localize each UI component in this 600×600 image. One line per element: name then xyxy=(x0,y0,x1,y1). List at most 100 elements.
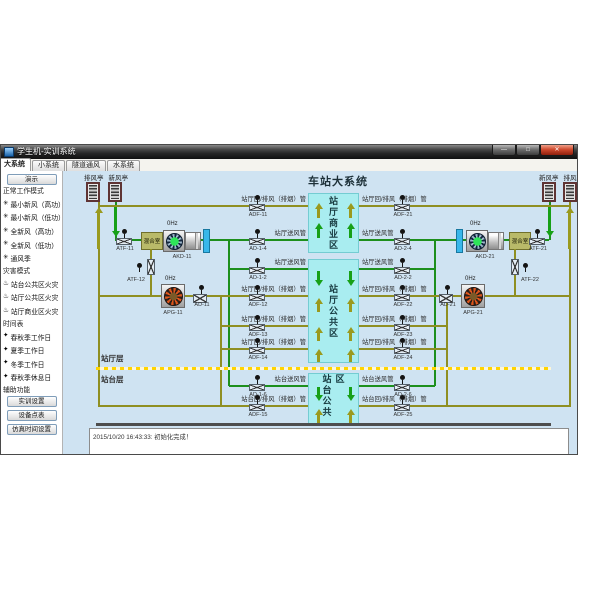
equipment-tag: APG-11 xyxy=(161,310,185,316)
supply-arrow-down xyxy=(314,387,323,401)
mode-all-fresh-high[interactable]: ✳全新风（高功） xyxy=(3,224,60,238)
damper-motor-icon xyxy=(400,195,405,200)
fresh-intake-damper-ATF-21[interactable]: ATF-21 xyxy=(529,229,547,255)
mode-label: 通风季 xyxy=(10,253,30,263)
duct-label: 站厅送风管 xyxy=(362,230,393,238)
return-arrow-up xyxy=(346,349,355,362)
equipment-tag: ADF-15 xyxy=(245,412,271,418)
return-arrow-up xyxy=(314,349,323,362)
fresh-intake-damper-ATF-11[interactable]: ATF-11 xyxy=(116,229,134,255)
damper-motor-icon xyxy=(400,395,405,400)
damper-motor-icon xyxy=(400,285,405,290)
equipment-tag: AD-2-2 xyxy=(390,275,416,281)
minimize-button[interactable]: — xyxy=(492,145,516,156)
schedule-summer-workday[interactable]: ✦夏季工作日 xyxy=(3,343,60,357)
equipment-tag: ADF-11 xyxy=(245,212,271,218)
fresh-pavilion-label: 新风亭 xyxy=(539,172,559,182)
floor-divider-dashed xyxy=(96,367,551,370)
butterfly-damper-AD-21[interactable]: AD-21 xyxy=(439,285,457,311)
fan-mode-icon: ✳ xyxy=(3,214,8,221)
damper-ADF-25[interactable]: ADF-25 xyxy=(394,395,412,421)
simulation-time-button[interactable]: 仿真时间设置 xyxy=(7,424,57,435)
exhaust-louver[interactable] xyxy=(563,182,577,202)
damper-ADF-22[interactable]: ADF-22 xyxy=(394,285,412,311)
air-filter[interactable] xyxy=(203,229,210,253)
tab-tunnel-ventilation[interactable]: 隧道通风 xyxy=(66,160,106,171)
damper-motor-icon xyxy=(137,263,142,268)
damper-blade-icon xyxy=(394,294,410,301)
exhaust-louver[interactable] xyxy=(86,182,100,202)
damper-ADF-15[interactable]: ADF-15 xyxy=(249,395,267,421)
damper-blade-icon xyxy=(394,347,410,354)
supply-fan-AKD-21[interactable] xyxy=(466,230,488,252)
mixing-chamber[interactable]: 混合室 xyxy=(141,232,163,250)
damper-blade-icon xyxy=(249,238,265,245)
damper-AD-2-4[interactable]: AD-2-4 xyxy=(394,229,412,255)
damper-motor-icon xyxy=(122,229,127,234)
mode-min-fresh-low[interactable]: ✳最小新风（低功） xyxy=(3,211,60,225)
schedule-spring-autumn-restday[interactable]: ✦春秋季休息日 xyxy=(3,371,60,385)
supply-arrow-up xyxy=(314,223,323,238)
damper-ADF-24[interactable]: ADF-24 xyxy=(394,338,412,364)
section-schedule: 时间表 xyxy=(3,321,60,329)
damper-ADF-11[interactable]: ADF-11 xyxy=(249,195,267,221)
air-filter[interactable] xyxy=(456,229,463,253)
duct-label: 站厅送风管 xyxy=(362,259,393,267)
duct-line xyxy=(99,405,308,407)
damper-ADF-12[interactable]: ADF-12 xyxy=(249,285,267,311)
mode-all-fresh-low[interactable]: ✳全新风（低功） xyxy=(3,238,60,252)
damper-ADF-14[interactable]: ADF-14 xyxy=(249,338,267,364)
maximize-button[interactable]: □ xyxy=(516,145,540,156)
schedule-winter-workday[interactable]: ✦冬季工作日 xyxy=(3,357,60,371)
damper-blade-icon xyxy=(249,294,265,301)
return-arrow-up xyxy=(314,409,323,423)
damper-AD-2-2[interactable]: AD-2-2 xyxy=(394,258,412,284)
equipment-tag: ATF-22 xyxy=(521,277,545,283)
bypass-damper-ATF-22[interactable] xyxy=(511,259,519,275)
close-button[interactable]: ✕ xyxy=(540,145,574,156)
fresh-pavilion-label: 新风亭 xyxy=(109,172,129,182)
supply-fan-AKD-11[interactable] xyxy=(163,230,185,252)
damper-blade-icon xyxy=(394,384,410,391)
exhaust-fan-APG-21[interactable] xyxy=(461,284,485,308)
fan-mode-icon: ✳ xyxy=(3,228,8,235)
left-vent-labels: 排风亭 新风亭 xyxy=(84,172,128,182)
damper-ADF-21[interactable]: ADF-21 xyxy=(394,195,412,221)
equipment-tag: ADF-25 xyxy=(390,412,416,418)
bypass-damper-ATF-12[interactable] xyxy=(147,259,155,275)
tab-water-system[interactable]: 水系统 xyxy=(107,160,140,171)
mode-ventilation-season[interactable]: ✳通风季 xyxy=(3,251,60,265)
mode-hall-fire[interactable]: ♨站厅公共区火灾 xyxy=(3,291,60,305)
return-arrow-up xyxy=(346,203,355,218)
mode-platform-fire[interactable]: ♨站台公共区火灾 xyxy=(3,277,60,291)
damper-AD-1-2[interactable]: AD-1-2 xyxy=(249,258,267,284)
damper-blade-icon xyxy=(394,324,410,331)
tab-big-system[interactable]: 大系统 xyxy=(0,158,31,171)
demo-button[interactable]: 演示 xyxy=(7,174,57,185)
scada-canvas: 车站大系统 排风亭 新风亭 新风亭 排风亭 站厅回/排风（排烟）管 xyxy=(63,171,577,454)
event-log-panel[interactable]: 2015/10/20 16:43:33: 初始化完成！ xyxy=(89,428,569,454)
mode-min-fresh-high[interactable]: ✳最小新风（高功） xyxy=(3,197,60,211)
duct-line xyxy=(99,205,308,207)
mode-commercial-fire[interactable]: ♨站厅商业区火灾 xyxy=(3,304,60,318)
training-settings-button[interactable]: 实训设置 xyxy=(7,396,57,407)
sidebar: 演示 正常工作模式 ✳最小新风（高功） ✳最小新风（低功） ✳全新风（高功） ✳… xyxy=(1,171,63,454)
mode-label: 最小新风（高功） xyxy=(10,199,64,209)
fan-impeller-icon xyxy=(464,287,483,306)
butterfly-damper-AD-11[interactable]: AD-11 xyxy=(193,285,211,311)
fan-mode-icon: ✳ xyxy=(3,201,8,208)
exhaust-fan-APG-11[interactable] xyxy=(161,284,185,308)
schedule-spring-autumn-workday[interactable]: ✦春秋季工作日 xyxy=(3,330,60,344)
section-normal-modes: 正常工作模式 xyxy=(3,188,60,196)
equipment-tag: AD-21 xyxy=(435,302,461,308)
equipment-tag: AD-2-4 xyxy=(390,246,416,252)
fresh-louver[interactable] xyxy=(542,182,556,202)
fresh-louver[interactable] xyxy=(108,182,122,202)
device-point-table-button[interactable]: 设备点表 xyxy=(7,410,57,421)
damper-AD-1-4[interactable]: AD-1-4 xyxy=(249,229,267,255)
damper-blade-icon xyxy=(249,347,265,354)
tab-small-system[interactable]: 小系统 xyxy=(32,160,65,171)
calendar-icon: ✦ xyxy=(3,333,8,340)
equipment-tag: ADF-22 xyxy=(390,302,416,308)
mode-label: 全新风（低功） xyxy=(10,240,58,250)
